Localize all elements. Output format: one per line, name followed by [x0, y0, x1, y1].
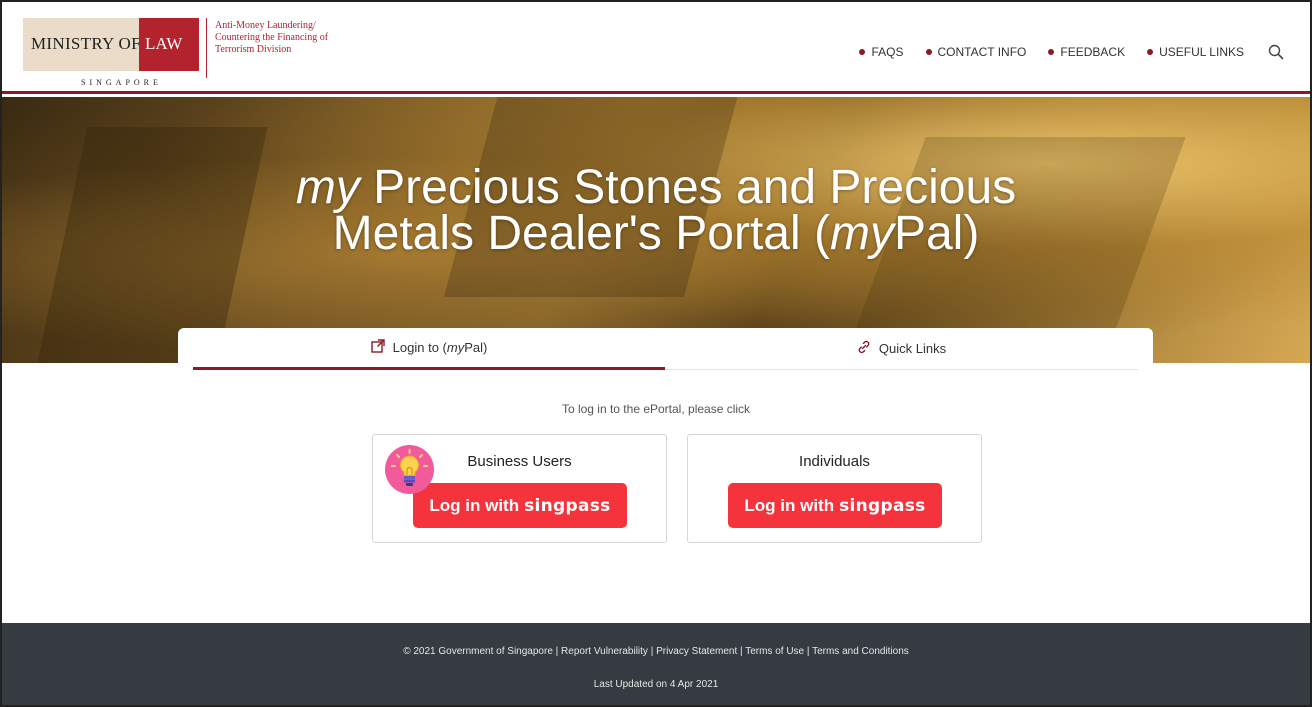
division-line: Terrorism Division [215, 44, 292, 55]
page-frame: MINISTRY OF LAW SINGAPORE Anti-Money Lau… [0, 0, 1312, 707]
lightbulb-icon[interactable] [385, 445, 434, 494]
card-title: Individuals [799, 453, 870, 470]
tab-login[interactable]: Login to (myPal) [193, 328, 665, 370]
nav-useful-links[interactable]: USEFUL LINKS [1147, 45, 1244, 59]
page-title: my Precious Stones and Precious Metals D… [2, 164, 1310, 260]
nav-label: USEFUL LINKS [1159, 45, 1244, 59]
bullet-icon [1147, 49, 1154, 55]
tab-login-suffix: Pal) [464, 340, 488, 355]
tab-login-label: Login to (myPal) [393, 340, 488, 355]
hero-banner: my Precious Stones and Precious Metals D… [2, 97, 1310, 363]
title-line2-end: Pal) [893, 207, 980, 260]
bullet-icon [925, 49, 932, 55]
tab-quick-links-label: Quick Links [878, 341, 947, 356]
button-prefix: Log in with [744, 495, 835, 515]
division-line: Anti-Money Laundering/ [215, 20, 316, 31]
tab-login-prefix: Login to ( [392, 340, 447, 355]
nav-contact-info[interactable]: CONTACT INFO [925, 45, 1027, 59]
individuals-card: Individuals Log in with singpass [687, 434, 982, 543]
tab-quick-links[interactable]: Quick Links [665, 328, 1138, 370]
nav-label: FAQS [871, 45, 904, 59]
division-name: Anti-Money Laundering/ Countering the Fi… [215, 20, 385, 56]
individual-singpass-login-button[interactable]: Log in with singpass [728, 483, 942, 528]
business-singpass-login-button[interactable]: Log in with singpass [413, 483, 627, 528]
title-line2-italic: my [829, 207, 894, 260]
bullet-icon [859, 49, 866, 55]
nav-faqs[interactable]: FAQS [859, 45, 904, 59]
nav-label: CONTACT INFO [937, 45, 1027, 59]
tab-login-italic: my [446, 340, 465, 355]
logo-ministry-text: MINISTRY OF [31, 34, 141, 53]
nav-feedback[interactable]: FEEDBACK [1048, 45, 1125, 59]
singpass-brand: singpass [524, 495, 611, 516]
logo-box: MINISTRY OF LAW [23, 18, 199, 71]
site-header: MINISTRY OF LAW SINGAPORE Anti-Money Lau… [2, 2, 1310, 94]
logo-law-block: LAW [139, 18, 199, 71]
last-updated: Last Updated on 4 Apr 2021 [593, 679, 719, 690]
division-line: Countering the Financing of [215, 32, 329, 43]
login-instruction: To log in to the ePortal, please click [561, 402, 751, 416]
site-footer: © 2021 Government of Singapore | Report … [2, 623, 1310, 705]
bullet-icon [1048, 49, 1055, 55]
tabs-card: Login to (myPal) Quick Links [178, 328, 1153, 370]
external-link-icon [370, 339, 385, 356]
singpass-brand: singpass [839, 495, 926, 516]
link-icon [857, 340, 871, 357]
logo-divider [206, 18, 207, 78]
title-line2-start: Metals Dealer's Portal ( [332, 207, 830, 260]
button-prefix: Log in with [429, 495, 520, 515]
logo-law-text: LAW [145, 34, 183, 53]
nav-label: FEEDBACK [1060, 45, 1126, 59]
top-nav: FAQS CONTACT INFO FEEDBACK USEFUL LINKS [859, 44, 1284, 60]
footer-links[interactable]: © 2021 Government of Singapore | Report … [2, 646, 1310, 657]
search-icon[interactable] [1268, 44, 1284, 60]
ministry-logo[interactable]: MINISTRY OF LAW [23, 18, 199, 71]
logo-country-text: SINGAPORE [81, 78, 162, 87]
